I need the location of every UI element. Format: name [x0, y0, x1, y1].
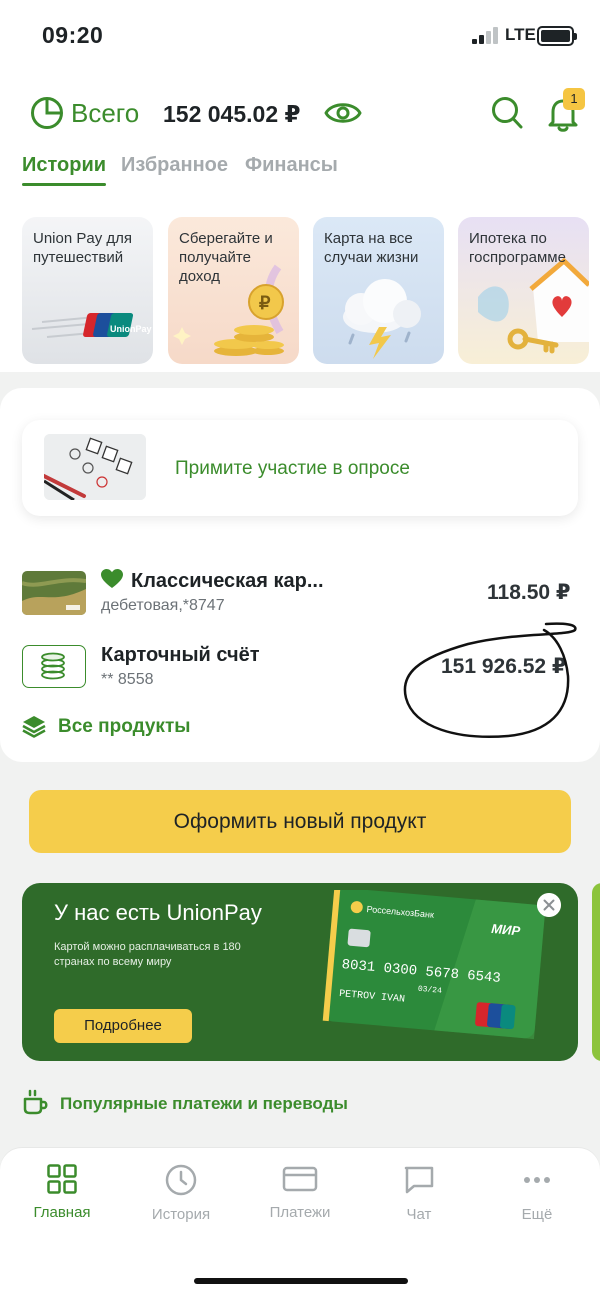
handwritten-circle-annotation [403, 622, 577, 738]
svg-text:UnionPay: UnionPay [110, 324, 152, 334]
nav-home[interactable]: Главная [7, 1164, 117, 1234]
account-icon[interactable] [22, 645, 86, 688]
survey-image [44, 434, 146, 500]
nav-label: История [151, 1206, 211, 1223]
tab-stories[interactable]: Истории [22, 154, 106, 177]
cup-icon [23, 1089, 48, 1115]
layers-icon[interactable] [22, 714, 46, 738]
favorite-heart-icon[interactable] [101, 569, 123, 589]
status-time: 09:20 [42, 22, 104, 48]
status-bar: 09:20 LTE [0, 0, 600, 72]
story-unionpay[interactable]: UnionPay Union Pay для путешествий [22, 217, 153, 364]
coins-stack-icon [41, 652, 65, 680]
product-amount: 118.50 ₽ [487, 581, 571, 604]
more-icon [524, 1177, 550, 1183]
battery-icon [537, 26, 577, 46]
network-type: LTE [505, 25, 536, 44]
signal-icon [472, 27, 500, 44]
popular-payments-link[interactable]: Популярные платежи и переводы [60, 1094, 348, 1114]
next-banner-peek[interactable] [592, 883, 600, 1061]
nav-label: Чат [406, 1206, 432, 1223]
card-icon [282, 1166, 318, 1192]
nav-label: Ещё [521, 1206, 553, 1223]
story-savings[interactable]: ₽ Сберегайте и получайте доход [168, 217, 299, 364]
pie-chart-icon[interactable] [30, 96, 64, 130]
card-brand: МИР [491, 921, 521, 938]
product-name[interactable]: Классическая кар... [131, 570, 324, 593]
banner-text: Картой можно расплачиваться в 180 страна… [54, 941, 241, 968]
nav-payments[interactable]: Платежи [245, 1164, 355, 1234]
product-subtitle: дебетовая,*8747 [101, 597, 225, 614]
home-indicator[interactable] [194, 1278, 408, 1284]
total-amount: 152 045.02 ₽ [163, 101, 301, 127]
story-card[interactable]: Карта на все случаи жизни [313, 217, 444, 364]
product-subtitle: ** 8558 [101, 671, 154, 688]
nav-more[interactable]: Ещё [482, 1164, 592, 1234]
grid-icon [47, 1164, 77, 1194]
nav-chat[interactable]: Чат [364, 1164, 474, 1234]
story-title: Сберегайте и получайте доход [179, 230, 273, 285]
banner-more-button[interactable]: Подробнее [54, 1009, 192, 1043]
nav-label: Платежи [269, 1204, 331, 1221]
eye-icon[interactable] [324, 98, 362, 128]
banner-title: У нас есть UnionPay [54, 900, 262, 925]
notification-badge: 1 [563, 88, 585, 110]
all-products-link[interactable]: Все продукты [58, 716, 190, 738]
search-icon[interactable] [490, 95, 524, 131]
survey-text[interactable]: Примите участие в опросе [175, 458, 410, 480]
story-mortgage[interactable]: Ипотека по госпрограмме [458, 217, 589, 364]
tab-favorites[interactable]: Избранное [121, 154, 228, 177]
nav-label: Главная [33, 1204, 91, 1221]
new-product-button[interactable]: Оформить новый продукт [29, 790, 571, 853]
story-title: Union Pay для путешествий [33, 230, 133, 266]
story-title: Карта на все случаи жизни [324, 230, 419, 266]
tab-underline [22, 183, 106, 186]
clock-icon [165, 1164, 197, 1196]
total-label[interactable]: Всего [71, 98, 139, 129]
svg-text:₽: ₽ [259, 293, 271, 313]
product-name[interactable]: Карточный счёт [101, 644, 260, 667]
chat-icon [404, 1166, 434, 1194]
bank-card-image: РоссельхозБанк МИР 8031 0300 5678 6543 0… [322, 890, 546, 1040]
close-icon[interactable] [537, 893, 561, 917]
story-title: Ипотека по госпрограмме [469, 230, 566, 266]
nav-history[interactable]: История [126, 1164, 236, 1234]
card-thumbnail[interactable] [22, 571, 86, 615]
tab-finance[interactable]: Финансы [245, 154, 338, 177]
